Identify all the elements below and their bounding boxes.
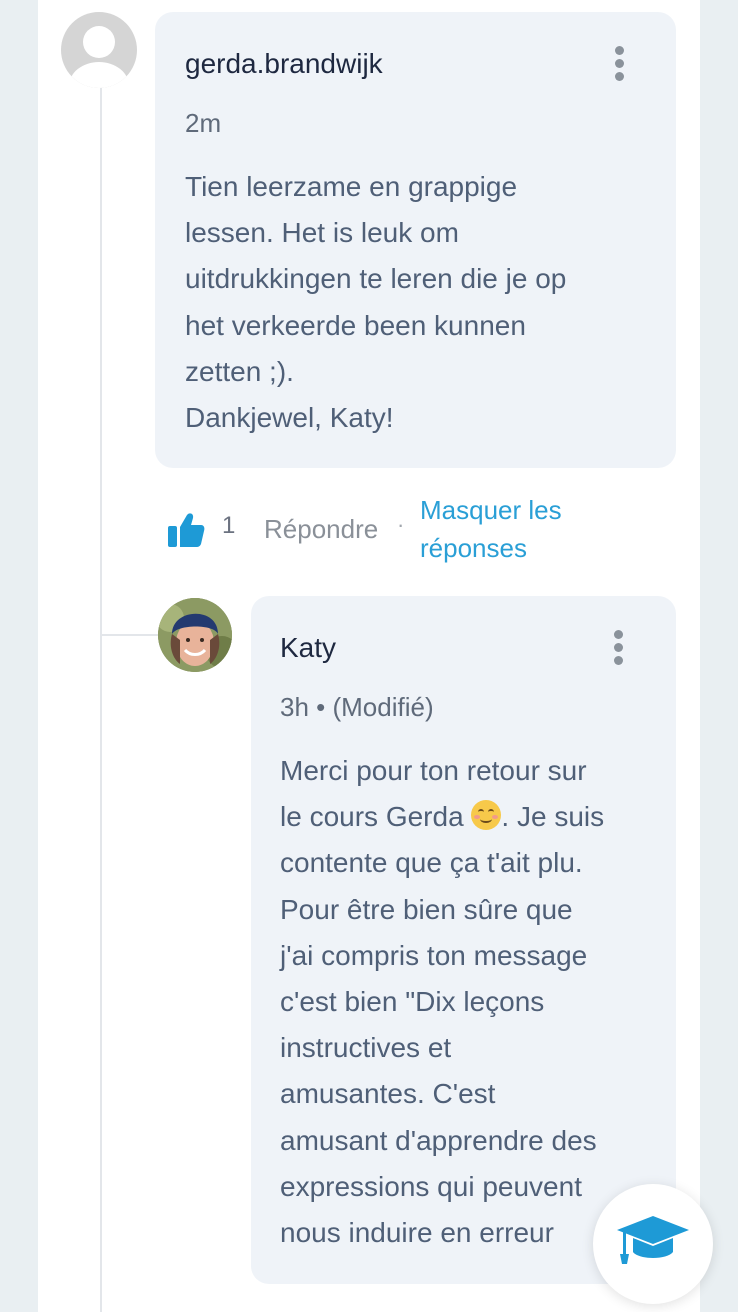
reply-body-line: contente que ça t'ait plu. (280, 847, 583, 879)
hide-replies-label-line: réponses (420, 533, 527, 563)
comment-body-line: het verkeerde been kunnen (185, 309, 526, 341)
user-avatar[interactable] (61, 12, 137, 88)
reply-body-line: Pour être bien sûre que (280, 893, 573, 925)
smiling-face-emoji (471, 800, 502, 831)
comment-author[interactable]: gerda.brandwijk (185, 48, 383, 80)
more-vertical-icon[interactable] (615, 46, 625, 85)
comment-time: 2m (185, 108, 222, 138)
more-vertical-icon[interactable] (614, 630, 624, 669)
hide-replies-label-line: Masquer les (420, 495, 562, 525)
reply-branch-line (101, 634, 159, 636)
reply-body-line: amusantes. C'est (280, 1078, 496, 1110)
reply-bubble: Katy 3h • (Modifié) Merci pour ton retou… (251, 596, 676, 1284)
comment-actions: 1 Répondre · Masquer les réponses (167, 490, 627, 570)
hide-replies-button[interactable]: Masquer les réponses (420, 491, 620, 567)
like-count: 1 (222, 512, 236, 539)
thread-line (100, 88, 102, 1312)
reply-body-line: instructives et (280, 1032, 452, 1064)
comment-body-line: lessen. Het is leuk om (185, 217, 459, 249)
comment-body-line: uitdrukkingen te leren die je op (185, 263, 567, 295)
reply-body-line: c'est bien "Dix leçons (280, 986, 545, 1018)
comment-body-line: Tien leerzame en grappige (185, 171, 518, 202)
reply-body-line: amusant d'apprendre des (280, 1124, 597, 1156)
reply-body-line: j'ai compris ton message (280, 939, 588, 971)
reply-body-segment: le cours Gerda (280, 801, 464, 833)
reply-body-line: le cours Gerda . Je suis (280, 794, 665, 840)
comment-body-line: zetten ;). (185, 355, 294, 387)
reply-body: Merci pour ton retour sur le cours Gerda… (280, 748, 665, 1256)
reply-body-line: Merci pour ton retour sur (280, 755, 587, 786)
separator-dot: · (397, 512, 405, 537)
courses-fab-button[interactable] (593, 1184, 713, 1304)
reply-author[interactable]: Katy (280, 632, 336, 664)
reply-body-segment: . Je suis (501, 801, 605, 833)
comment-body-line: Dankjewel, Katy! (185, 402, 394, 434)
comment-body: Tien leerzame en grappige lessen. Het is… (185, 164, 655, 441)
thumbs-up-icon[interactable] (167, 512, 205, 548)
reply-meta: 3h • (Modifié) (280, 692, 434, 722)
avatar-shoulders-shape (69, 62, 129, 88)
comment-bubble: gerda.brandwijk 2m Tien leerzame en grap… (155, 12, 676, 468)
reply-button[interactable]: Répondre (264, 514, 378, 545)
avatar-head-shape (83, 26, 115, 58)
author-avatar[interactable] (158, 598, 232, 672)
